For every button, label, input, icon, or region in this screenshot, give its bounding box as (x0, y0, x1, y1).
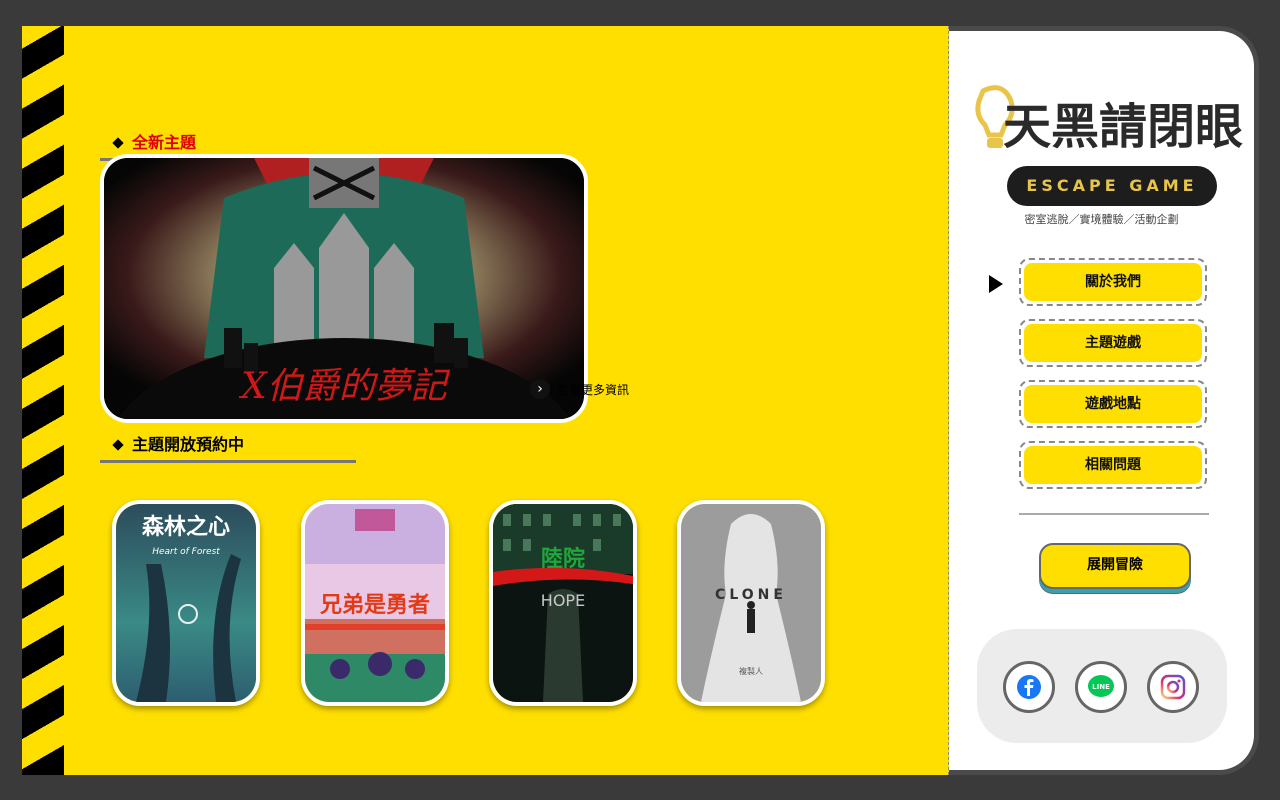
forest-title: 森林之心 (142, 514, 230, 540)
theme-poster-clone: CLONE 複製人 (681, 504, 821, 702)
instagram-button[interactable] (1147, 661, 1199, 713)
start-adventure-button[interactable]: 展開冒險 (1039, 543, 1191, 589)
theme-poster-hero: 兄弟是勇者 (305, 504, 445, 702)
brand-logo[interactable]: 天黑請閉眼 (963, 83, 1243, 163)
featured-theme-banner[interactable]: X伯爵的夢記 (100, 154, 588, 423)
theme-card-hope[interactable]: 陸院 HOPE (489, 500, 637, 706)
hazard-stripes (22, 26, 64, 775)
hope-subtitle: HOPE (541, 591, 585, 610)
nav-about-button[interactable]: 關於我們 (1019, 258, 1207, 306)
line-icon: LINE (1088, 675, 1114, 697)
theme-poster-forest: 森林之心 Heart of Forest (116, 504, 256, 702)
facebook-icon (1017, 675, 1041, 699)
new-theme-heading-label: 全新主題 (132, 133, 197, 152)
svg-text:LINE: LINE (1092, 683, 1110, 691)
open-theme-heading: 主題開放預約中 (100, 431, 244, 455)
nav-pointer-icon (989, 275, 1003, 293)
open-theme-heading-label: 主題開放預約中 (132, 435, 245, 454)
more-info-link[interactable]: › 查看更多資訊 (530, 379, 629, 399)
social-links: LINE (977, 629, 1227, 743)
nav-faq-button[interactable]: 相關問題 (1019, 441, 1207, 489)
diamond-icon (112, 438, 124, 451)
nav-location-label: 遊戲地點 (1024, 385, 1202, 423)
nav-about-label: 關於我們 (1024, 263, 1202, 301)
instagram-icon (1160, 674, 1186, 700)
chevron-right-icon: › (530, 379, 550, 399)
new-theme-heading: 全新主題 (100, 129, 196, 153)
theme-card-forest[interactable]: 森林之心 Heart of Forest (112, 500, 260, 706)
heading-underline (100, 460, 356, 463)
forest-subtitle: Heart of Forest (152, 547, 220, 557)
main-panel: 全新主題 X伯爵的夢記 › 查看更多資訊 主題開放預約中 森林之心 Heart … (22, 26, 949, 775)
sidebar: 天黑請閉眼 ESCAPE GAME 密室逃脫／實境體驗／活動企劃 關於我們 主題… (949, 26, 1259, 775)
featured-title-art: X伯爵的夢記 (238, 366, 451, 407)
hero-title: 兄弟是勇者 (319, 592, 430, 618)
line-button[interactable]: LINE (1075, 661, 1127, 713)
theme-card-clone[interactable]: CLONE 複製人 (677, 500, 825, 706)
featured-theme-artwork: X伯爵的夢記 (104, 158, 584, 419)
nav-divider (1019, 513, 1209, 515)
clone-title: CLONE (715, 587, 787, 603)
hope-title: 陸院 (541, 546, 585, 572)
theme-poster-hope: 陸院 HOPE (493, 504, 633, 702)
logo-text: 天黑請閉眼 (1003, 99, 1243, 155)
theme-card-hero[interactable]: 兄弟是勇者 (301, 500, 449, 706)
nav-faq-label: 相關問題 (1024, 446, 1202, 484)
clone-subtitle: 複製人 (739, 666, 763, 676)
escape-game-badge: ESCAPE GAME (1007, 166, 1217, 206)
facebook-button[interactable] (1003, 661, 1055, 713)
more-info-label: 查看更多資訊 (557, 382, 630, 397)
tagline: 密室逃脫／實境體驗／活動企劃 (1024, 213, 1179, 226)
diamond-icon (112, 136, 124, 149)
nav-themes-button[interactable]: 主題遊戲 (1019, 319, 1207, 367)
nav-themes-label: 主題遊戲 (1024, 324, 1202, 362)
nav-location-button[interactable]: 遊戲地點 (1019, 380, 1207, 428)
